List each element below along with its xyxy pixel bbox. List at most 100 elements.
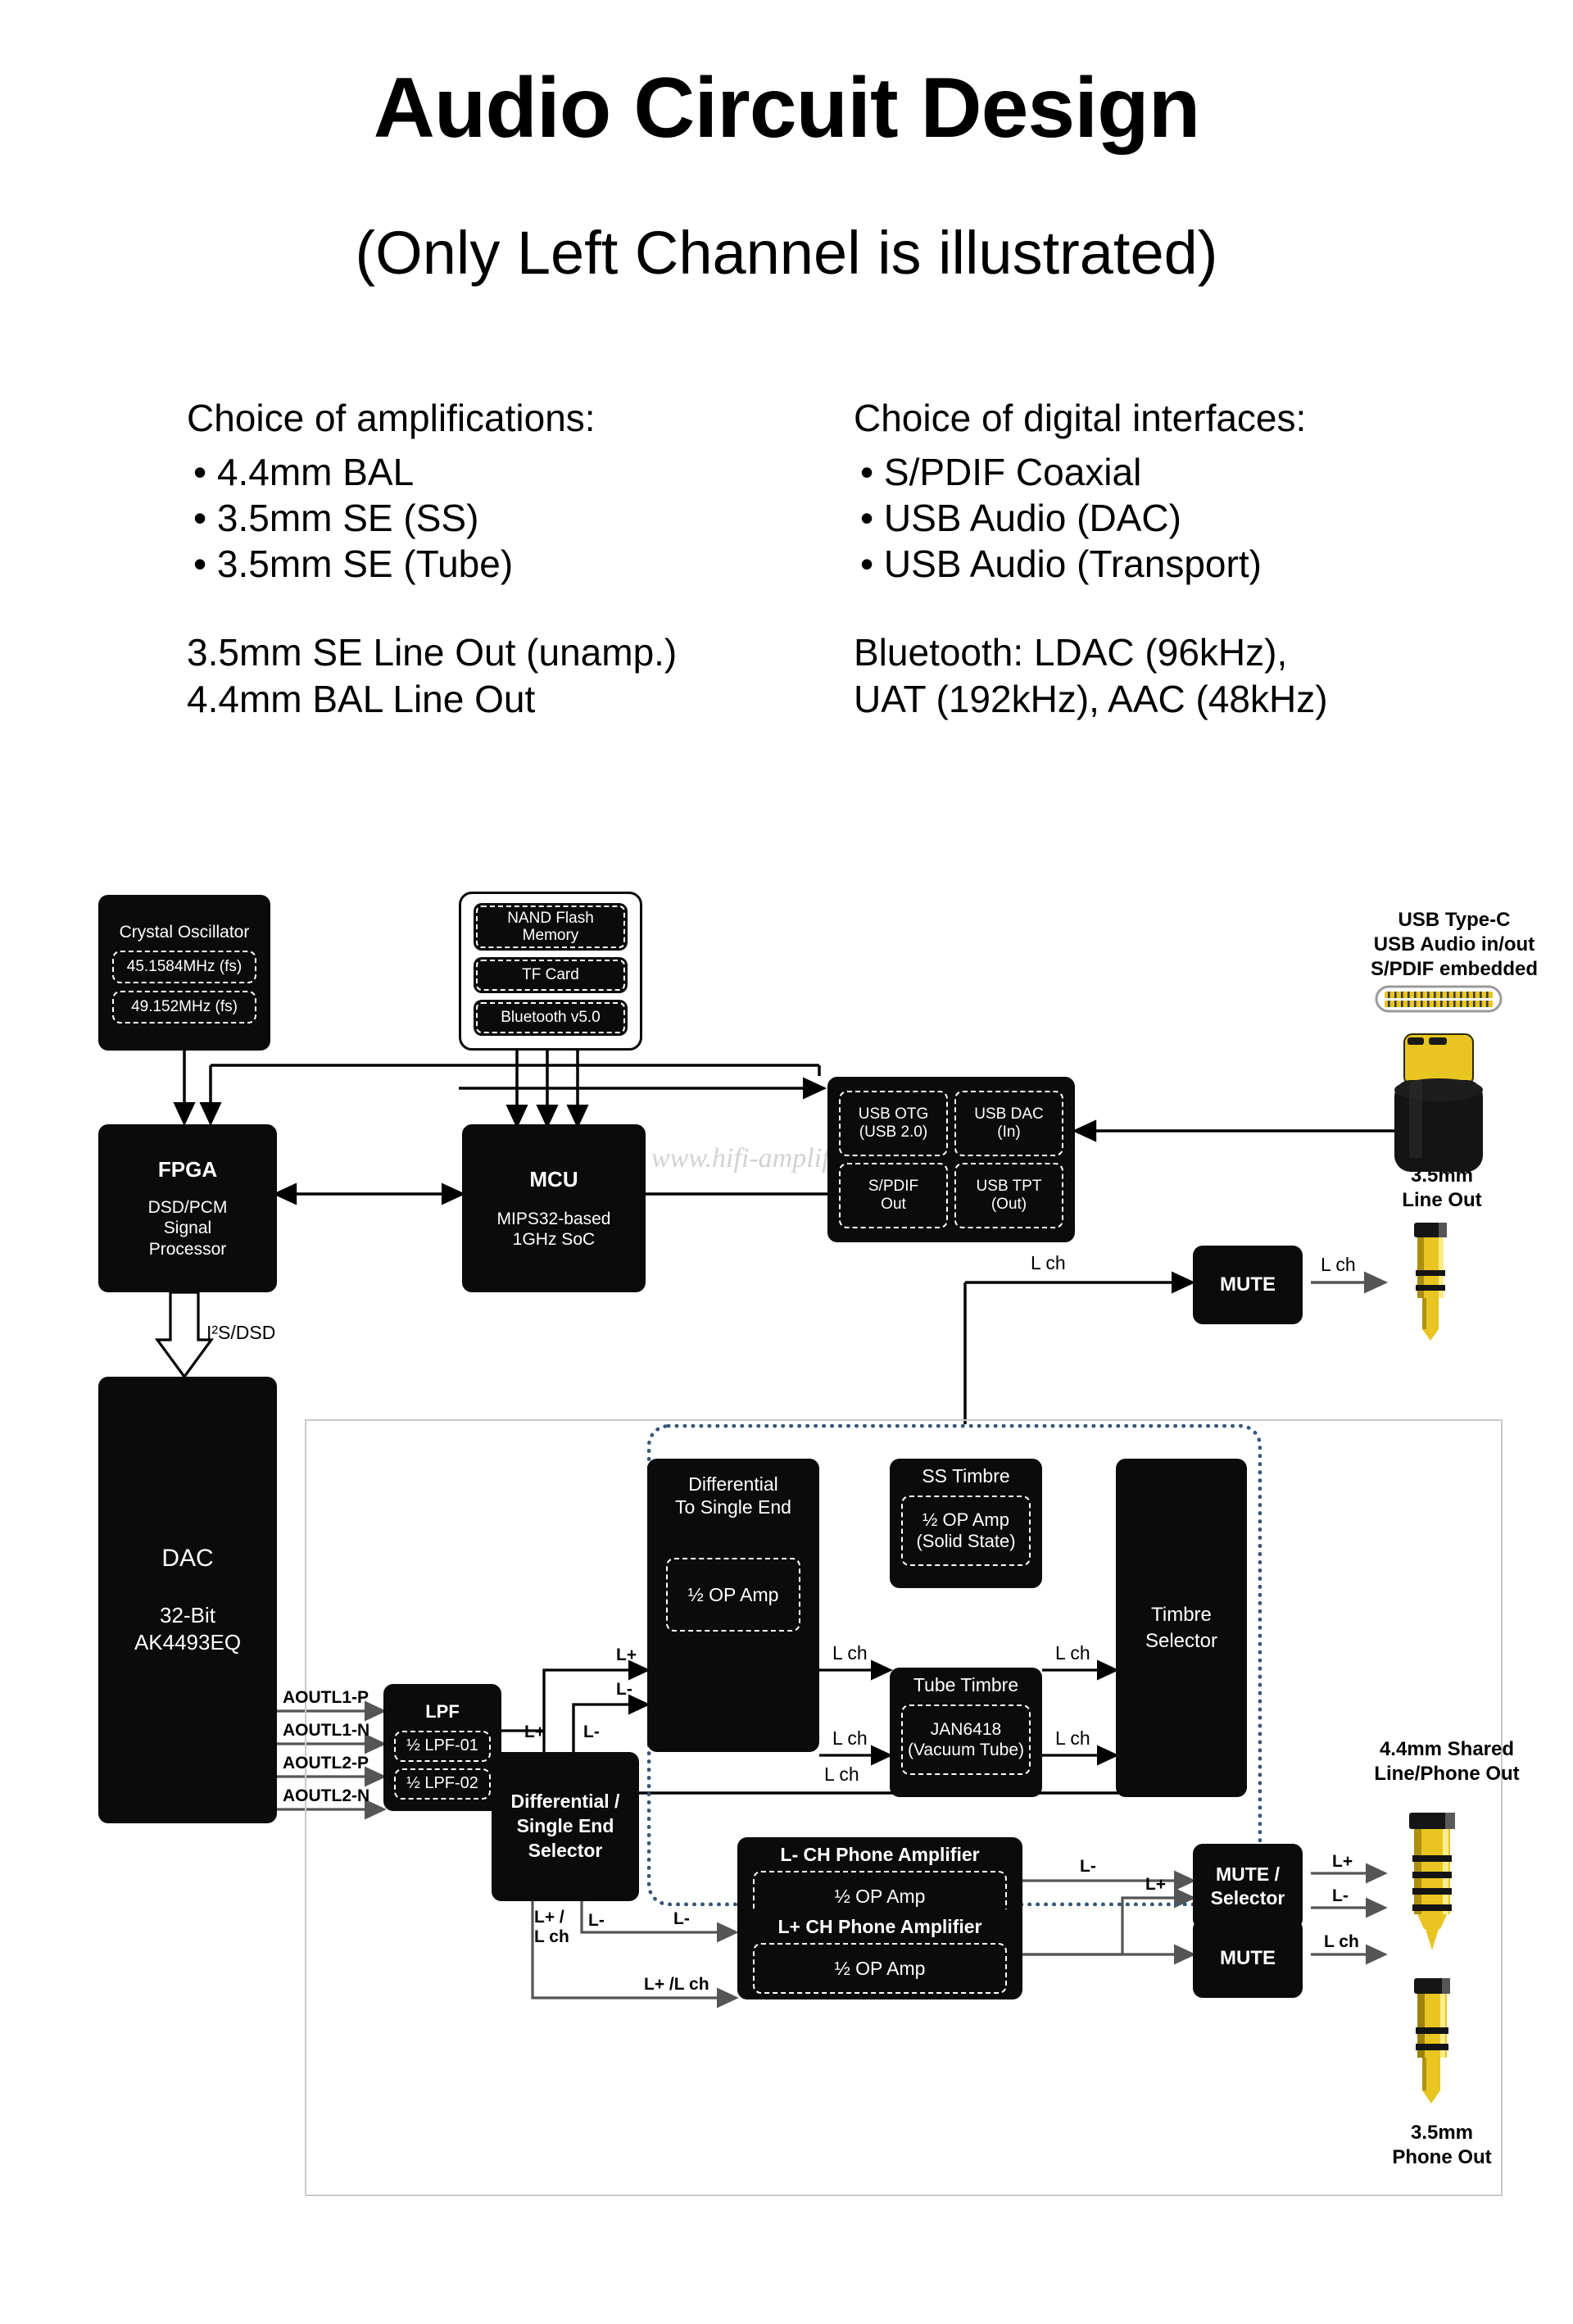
l-plus-amp-title: L+ CH Phone Amplifier: [777, 1916, 982, 1937]
bluetooth-block[interactable]: Bluetooth v5.0: [474, 1000, 628, 1036]
page-title: Audio Circuit Design: [373, 61, 1200, 156]
shared-44-caption: 4.4mm Shared Line/Phone Out: [1374, 1738, 1520, 1785]
wire-label-lminus-sel: L-: [588, 1911, 605, 1930]
usb-otg-block: USB OTG (USB 2.0): [839, 1091, 948, 1156]
wire-label-lminus-down: L-: [583, 1723, 600, 1741]
diff-se-selector-title: Differential / Single End Selector: [510, 1791, 620, 1861]
mute-selector-block[interactable]: MUTE / Selector: [1193, 1844, 1303, 1929]
tf-card-block[interactable]: TF Card: [474, 957, 628, 993]
jack-44mm-shared-line-phone-out: [1409, 1813, 1455, 1950]
lpf-block[interactable]: LPF ½ LPF-01 ½ LPF-02: [383, 1684, 501, 1811]
bluetooth-line-1: UAT (192kHz), AAC (48kHz): [854, 677, 1328, 720]
usb-interface-block[interactable]: USB OTG (USB 2.0) USB DAC (In) S/PDIF Ou…: [827, 1077, 1075, 1242]
timbre-selector-block[interactable]: Timbre Selector: [1116, 1459, 1247, 1797]
tube-timbre-block[interactable]: Tube Timbre JAN6418 (Vacuum Tube): [890, 1668, 1042, 1797]
amplification-item-2: • 3.5mm SE (Tube): [193, 542, 514, 586]
amplification-extra-1: 4.4mm BAL Line Out: [187, 677, 536, 720]
lpf-02: ½ LPF-02: [394, 1768, 491, 1800]
crystal-osc-45: 45.1584MHz (fs): [112, 950, 256, 983]
i2s-dsd-arrow: [154, 1291, 215, 1379]
wire-label-lplus-to-mutesel: L+: [1145, 1875, 1167, 1894]
wire-label-lminus-amp-in: L-: [673, 1909, 690, 1928]
wire-label-aoutl2p: AOUTL2-P: [283, 1754, 369, 1773]
timbre-selector-title: Timbre Selector: [1145, 1604, 1218, 1652]
wire-label-lch-phoneout: L ch: [1324, 1932, 1359, 1951]
diff2se-title: Differential To Single End: [675, 1473, 791, 1518]
diff2se-opamp: ½ OP Amp: [666, 1558, 800, 1632]
wire-label-lch-lineout: L ch: [1321, 1254, 1356, 1275]
mcu-subtitle: MIPS32-based 1GHz SoC: [496, 1209, 611, 1249]
amplifications-heading: Choice of amplifications:: [187, 397, 596, 439]
jack-35mm-line-out: [1414, 1223, 1447, 1341]
usb-tpt-out-block: USB TPT (Out): [954, 1163, 1063, 1228]
ss-timbre-title: SS Timbre: [922, 1465, 1010, 1487]
amplifications-list: Choice of amplifications: • 4.4mm BAL • …: [187, 395, 859, 722]
spdif-out-block: S/PDIF Out: [839, 1163, 948, 1228]
mute-selector-title: MUTE / Selector: [1210, 1863, 1285, 1909]
digital-interface-item-2: • USB Audio (Transport): [860, 542, 1262, 586]
wire-label-lminus-out: L-: [1332, 1886, 1349, 1905]
mute-phone-block[interactable]: MUTE: [1193, 1919, 1303, 1998]
mute-lineout-block[interactable]: MUTE: [1193, 1246, 1303, 1324]
usb-typec-caption: USB Type-C USB Audio in/out S/PDIF embed…: [1370, 909, 1539, 980]
differential-to-single-end-block[interactable]: Differential To Single End ½ OP Amp: [647, 1459, 819, 1752]
digital-interfaces-list: Choice of digital interfaces: • S/PDIF C…: [854, 395, 1550, 722]
digital-interfaces-heading: Choice of digital interfaces:: [854, 397, 1307, 439]
usb-dac-in-block: USB DAC (In): [954, 1091, 1063, 1156]
wire-label-lch-tube-out: L ch: [1055, 1727, 1090, 1749]
wire-label-lch-mute: L ch: [1031, 1252, 1066, 1273]
ss-timbre-block[interactable]: SS Timbre ½ OP Amp (Solid State): [890, 1459, 1042, 1588]
wire-label-lplus-lch: L+ / L ch: [534, 1908, 569, 1947]
dac-subtitle: 32-Bit AK4493EQ: [134, 1603, 242, 1654]
wire-label-lplus-down: L+: [524, 1723, 546, 1741]
amplification-item-0: • 4.4mm BAL: [193, 451, 415, 494]
fpga-block[interactable]: FPGA DSD/PCM Signal Processor: [98, 1124, 277, 1292]
crystal-oscillator-title: Crystal Oscillator: [119, 922, 250, 942]
mcu-title: MCU: [529, 1166, 578, 1192]
wire-label-lch-tube-in: L ch: [832, 1727, 868, 1749]
wire-label-aoutl2n: AOUTL2-N: [283, 1786, 370, 1805]
amplification-extra-0: 3.5mm SE Line Out (unamp.): [187, 631, 678, 674]
nand-flash-memory-block[interactable]: NAND Flash Memory: [474, 903, 628, 951]
usb-c-socket-icon: [1375, 985, 1503, 1013]
wire-label-lch-feedback: L ch: [824, 1763, 859, 1785]
amplification-item-1: • 3.5mm SE (SS): [193, 497, 479, 540]
crystal-osc-49: 49.152MHz (fs): [112, 990, 256, 1024]
l-plus-phone-amplifier-block[interactable]: L+ CH Phone Amplifier ½ OP Amp: [737, 1909, 1022, 1999]
crystal-oscillator-block[interactable]: Crystal Oscillator 45.1584MHz (fs) 49.15…: [98, 895, 270, 1051]
tube-timbre-title: Tube Timbre: [913, 1674, 1019, 1695]
wire-label-i2s: I²S/DSD: [206, 1322, 276, 1343]
mcu-block[interactable]: MCU MIPS32-based 1GHz SoC: [462, 1124, 646, 1292]
wire-label-aoutl1n: AOUTL1-N: [283, 1721, 370, 1740]
phone-out-35-caption: 3.5mm Phone Out: [1392, 2122, 1492, 2168]
lpf-title: LPF: [425, 1700, 460, 1722]
circuit-block-diagram: www.hifi-amplifiers.com Crystal Oscillat…: [0, 885, 1573, 2278]
dac-block[interactable]: DAC 32-Bit AK4493EQ: [98, 1377, 277, 1823]
lpf-01: ½ LPF-01: [394, 1730, 491, 1762]
differential-single-end-selector-block[interactable]: Differential / Single End Selector: [492, 1752, 639, 1901]
l-plus-amp-opamp: ½ OP Amp: [753, 1943, 1007, 1994]
tube-timbre-inner: JAN6418 (Vacuum Tube): [901, 1704, 1031, 1775]
bluetooth-line-0: Bluetooth: LDAC (96kHz),: [854, 631, 1288, 674]
wire-label-lminus-top: L-: [616, 1680, 632, 1699]
ss-timbre-inner: ½ OP Amp (Solid State): [901, 1496, 1031, 1566]
fpga-subtitle: DSD/PCM Signal Processor: [147, 1198, 228, 1259]
wire-label-lplus-out: L+: [1332, 1852, 1353, 1871]
wire-label-lplus-top: L+: [616, 1645, 637, 1664]
wire-label-lch-ss-in: L ch: [832, 1642, 868, 1664]
dac-title: DAC: [161, 1545, 214, 1572]
wire-label-lminus-to-mutesel: L-: [1080, 1857, 1096, 1876]
usb-type-c-connector: [1375, 985, 1503, 1172]
usb-c-plug-icon: [1394, 1033, 1483, 1172]
mute-phone-title: MUTE: [1220, 1947, 1276, 1969]
wire-label-lch-ss-out: L ch: [1055, 1642, 1090, 1664]
jack-35mm-phone-out: [1414, 1978, 1450, 2104]
digital-interface-item-1: • USB Audio (DAC): [860, 497, 1181, 540]
mute-lineout-title: MUTE: [1220, 1273, 1276, 1296]
page-subtitle: (Only Left Channel is illustrated): [355, 219, 1218, 287]
wire-label-lplus-amp-in: L+ /L ch: [644, 1975, 709, 1994]
digital-interface-item-0: • S/PDIF Coaxial: [860, 451, 1142, 494]
l-minus-amp-title: L- CH Phone Amplifier: [780, 1844, 980, 1865]
